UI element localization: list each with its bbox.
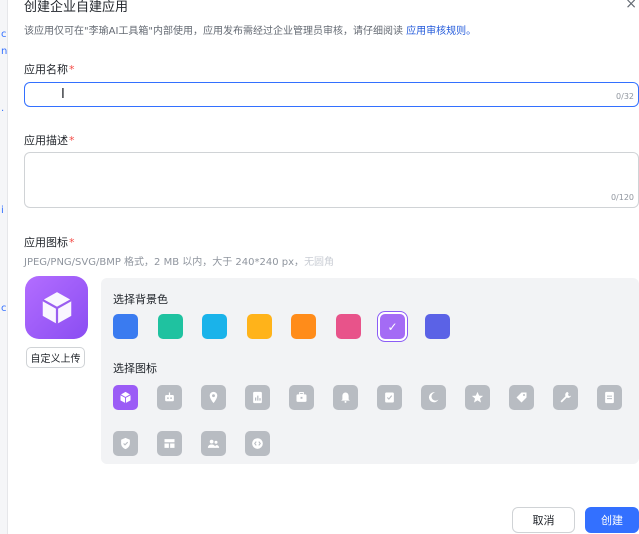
icon-option-moon[interactable] xyxy=(421,385,446,410)
background-sidebar-edge: c n · i c xyxy=(0,0,8,534)
icon-option-checklist[interactable] xyxy=(377,385,402,410)
bell-icon xyxy=(341,392,350,403)
bg-color-label: 选择背景色 xyxy=(113,293,168,306)
shield-check-icon xyxy=(121,437,130,450)
review-rules-link[interactable]: 应用审核规则 xyxy=(406,26,466,37)
icon-option-wrench[interactable] xyxy=(553,385,578,410)
color-swatch[interactable] xyxy=(113,314,138,339)
color-swatch[interactable] xyxy=(157,314,183,339)
color-swatch[interactable] xyxy=(335,314,361,339)
icon-hint-faded: 无圆角 xyxy=(304,257,335,268)
app-name-input[interactable]: I 0/32 xyxy=(24,82,639,107)
close-icon[interactable]: × xyxy=(625,0,637,12)
checklist-icon xyxy=(385,392,394,403)
robot-icon xyxy=(165,392,174,402)
icon-option-layout[interactable] xyxy=(157,431,182,456)
color-swatch[interactable] xyxy=(424,314,450,339)
box-icon xyxy=(120,391,131,404)
notice-tail: 。 xyxy=(466,26,477,37)
desc-char-counter: 0/120 xyxy=(610,193,634,202)
app-icon-label: 应用图标* xyxy=(24,234,75,250)
icon-option-people[interactable] xyxy=(201,431,226,456)
app-name-label: 应用名称* xyxy=(24,61,75,77)
star-icon xyxy=(471,391,484,403)
color-swatch[interactable]: ✓ xyxy=(378,312,407,341)
icon-option-robot[interactable] xyxy=(157,385,182,410)
icon-format-hint: JPEG/PNG/SVG/BMP 格式，2 MB 以内，大于 240*240 p… xyxy=(24,253,334,268)
color-swatch[interactable] xyxy=(202,314,227,339)
app-desc-label-text: 应用描述 xyxy=(24,134,68,147)
wrench-icon xyxy=(560,391,572,403)
app-desc-label: 应用描述* xyxy=(24,132,75,148)
notes-icon xyxy=(605,391,614,404)
icon-option-shield-check[interactable] xyxy=(113,431,138,456)
color-swatch[interactable] xyxy=(246,314,272,339)
sidebar-fragment: n xyxy=(1,46,8,57)
icon-option-briefcase[interactable] xyxy=(289,385,314,410)
icon-option-star[interactable] xyxy=(465,385,490,410)
app-icon-label-text: 应用图标 xyxy=(24,236,68,249)
notice-body: 该应用仅可在"李瑜AI工具箱"内部使用，应用发布需经过企业管理员审核，请仔细阅读 xyxy=(24,26,407,37)
icon-select-label: 选择图标 xyxy=(113,362,157,375)
name-char-counter: 0/32 xyxy=(616,92,634,101)
custom-upload-button[interactable]: 自定义上传 xyxy=(26,347,85,368)
icon-option-code[interactable] xyxy=(245,431,270,456)
people-icon xyxy=(207,439,220,448)
app-desc-textarea[interactable]: 0/120 xyxy=(24,152,639,208)
required-mark: * xyxy=(69,236,75,249)
box-icon xyxy=(41,291,72,324)
document-chart-icon xyxy=(253,391,262,404)
icon-option-tag[interactable] xyxy=(509,385,534,410)
sidebar-fragment: c xyxy=(1,29,7,40)
sidebar-fragment: c xyxy=(1,303,7,314)
sidebar-fragment: · xyxy=(1,106,5,117)
briefcase-icon xyxy=(296,392,307,402)
icon-hint-text: JPEG/PNG/SVG/BMP 格式，2 MB 以内，大于 240*240 p… xyxy=(24,257,305,268)
layout-icon xyxy=(164,439,175,448)
icon-option-notes[interactable] xyxy=(597,385,622,410)
required-mark: * xyxy=(69,63,75,76)
icon-option-bell[interactable] xyxy=(333,385,358,410)
app-name-label-text: 应用名称 xyxy=(24,63,68,76)
sidebar-fragment: i xyxy=(1,205,4,216)
code-icon xyxy=(252,438,263,449)
create-button[interactable]: 创建 xyxy=(585,507,639,533)
dialog-title: 创建企业自建应用 xyxy=(24,0,129,15)
icon-option-map-pin[interactable] xyxy=(201,385,226,410)
moon-icon xyxy=(428,392,439,403)
tag-icon xyxy=(516,392,527,403)
icon-picker-panel: 选择背景色 ✓ 选择图标 xyxy=(101,278,639,464)
icon-option-box[interactable] xyxy=(113,385,138,410)
required-mark: * xyxy=(69,134,75,147)
text-cursor-icon: I xyxy=(61,87,65,102)
check-icon: ✓ xyxy=(387,319,398,334)
icon-option-document-chart[interactable] xyxy=(245,385,270,410)
color-swatch-row: ✓ xyxy=(113,312,469,341)
map-pin-icon xyxy=(209,391,218,404)
color-swatch[interactable] xyxy=(291,314,316,339)
notice-text: 该应用仅可在"李瑜AI工具箱"内部使用，应用发布需经过企业管理员审核，请仔细阅读… xyxy=(24,22,476,37)
app-icon-preview xyxy=(25,276,88,339)
cancel-button[interactable]: 取消 xyxy=(512,507,575,533)
